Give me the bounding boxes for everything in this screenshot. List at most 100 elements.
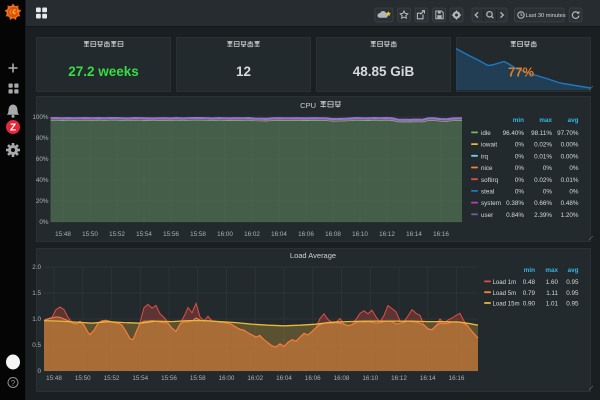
svg-text:2.0: 2.0 xyxy=(32,264,41,271)
svg-text:1.5: 1.5 xyxy=(32,290,41,297)
svg-text:0.00%: 0.00% xyxy=(561,153,579,160)
svg-text:0%: 0% xyxy=(543,189,553,196)
svg-text:0.02%: 0.02% xyxy=(534,177,552,184)
svg-text:0.95: 0.95 xyxy=(566,301,579,308)
svg-text:0%: 0% xyxy=(569,165,579,172)
svg-text:0%: 0% xyxy=(39,219,49,226)
svg-text:system: system xyxy=(481,200,501,207)
svg-text:min: min xyxy=(524,267,535,274)
svg-text:16:16: 16:16 xyxy=(433,231,449,238)
svg-text:0: 0 xyxy=(37,368,41,375)
svg-text:15:58: 15:58 xyxy=(190,375,206,382)
svg-text:16:14: 16:14 xyxy=(406,231,422,238)
svg-text:40%: 40% xyxy=(36,177,49,184)
svg-text:98.11%: 98.11% xyxy=(531,130,552,137)
svg-text:0.5: 0.5 xyxy=(32,342,41,349)
svg-text:Z: Z xyxy=(10,123,16,134)
svg-text:16:02: 16:02 xyxy=(244,231,260,238)
svg-text:1.01: 1.01 xyxy=(546,301,559,308)
svg-text:16:10: 16:10 xyxy=(362,375,378,382)
svg-text:CPU: CPU xyxy=(300,101,316,110)
svg-text:0.66%: 0.66% xyxy=(534,200,552,207)
svg-text:27.2 weeks: 27.2 weeks xyxy=(68,64,139,79)
svg-text:15:50: 15:50 xyxy=(75,375,91,382)
svg-text:softirq: softirq xyxy=(481,177,499,184)
svg-text:15:52: 15:52 xyxy=(109,231,125,238)
svg-text:0.38%: 0.38% xyxy=(506,200,524,207)
svg-text:20%: 20% xyxy=(36,198,49,205)
svg-text:0.02%: 0.02% xyxy=(534,142,552,149)
svg-text:16:06: 16:06 xyxy=(305,375,321,382)
svg-text:12: 12 xyxy=(236,64,251,79)
svg-text:16:08: 16:08 xyxy=(325,231,341,238)
svg-text:0.95: 0.95 xyxy=(566,290,579,297)
svg-text:96.40%: 96.40% xyxy=(503,130,525,137)
svg-text:16:16: 16:16 xyxy=(449,375,465,382)
svg-text:avg: avg xyxy=(568,267,579,274)
svg-text:16:00: 16:00 xyxy=(219,375,235,382)
svg-text:iowait: iowait xyxy=(481,142,497,149)
svg-text:0%: 0% xyxy=(569,189,579,196)
svg-text:16:04: 16:04 xyxy=(271,231,287,238)
svg-text:irq: irq xyxy=(481,153,488,160)
svg-text:16:06: 16:06 xyxy=(298,231,314,238)
svg-text:100%: 100% xyxy=(32,114,49,121)
svg-text:?: ? xyxy=(11,379,16,388)
svg-text:0.48: 0.48 xyxy=(523,279,536,286)
svg-text:48.85 GiB: 48.85 GiB xyxy=(353,64,415,79)
svg-text:Last 30 minutes: Last 30 minutes xyxy=(526,13,566,19)
svg-text:Load 15m: Load 15m xyxy=(493,301,520,308)
svg-text:16:12: 16:12 xyxy=(391,375,407,382)
svg-text:15:54: 15:54 xyxy=(136,231,152,238)
svg-text:idle: idle xyxy=(481,130,491,137)
svg-text:max: max xyxy=(539,117,552,124)
svg-text:16:14: 16:14 xyxy=(420,375,436,382)
svg-text:Load Average: Load Average xyxy=(290,251,336,260)
svg-text:16:04: 16:04 xyxy=(276,375,292,382)
svg-text:0.90: 0.90 xyxy=(523,301,536,308)
svg-text:steal: steal xyxy=(481,189,494,196)
svg-text:15:56: 15:56 xyxy=(161,375,177,382)
svg-text:0.48%: 0.48% xyxy=(561,200,579,207)
svg-text:15:48: 15:48 xyxy=(46,375,62,382)
svg-text:0.01%: 0.01% xyxy=(534,153,552,160)
svg-text:15:54: 15:54 xyxy=(132,375,148,382)
svg-text:15:52: 15:52 xyxy=(104,375,120,382)
svg-text:2.39%: 2.39% xyxy=(534,212,552,219)
svg-text:0%: 0% xyxy=(515,189,525,196)
svg-text:60%: 60% xyxy=(36,156,49,163)
svg-text:user: user xyxy=(481,212,493,219)
svg-text:97.70%: 97.70% xyxy=(557,130,579,137)
svg-text:Load 1m: Load 1m xyxy=(493,279,517,286)
svg-text:0.00%: 0.00% xyxy=(561,142,579,149)
svg-text:0%: 0% xyxy=(515,153,525,160)
svg-text:nice: nice xyxy=(481,165,493,172)
svg-text:avg: avg xyxy=(568,117,579,124)
svg-text:0.79: 0.79 xyxy=(523,290,536,297)
svg-text:max: max xyxy=(545,267,558,274)
svg-text:0.84%: 0.84% xyxy=(506,212,524,219)
svg-text:16:12: 16:12 xyxy=(379,231,395,238)
svg-text:1.0: 1.0 xyxy=(32,316,41,323)
svg-text:80%: 80% xyxy=(36,135,49,142)
svg-text:15:58: 15:58 xyxy=(190,231,206,238)
svg-text:15:48: 15:48 xyxy=(55,231,71,238)
svg-text:16:10: 16:10 xyxy=(352,231,368,238)
svg-text:16:08: 16:08 xyxy=(334,375,350,382)
svg-text:15:50: 15:50 xyxy=(82,231,98,238)
svg-text:0%: 0% xyxy=(515,165,525,172)
svg-text:0.95: 0.95 xyxy=(566,279,579,286)
svg-text:min: min xyxy=(513,117,524,124)
svg-text:1.11: 1.11 xyxy=(546,290,558,297)
svg-text:15:56: 15:56 xyxy=(163,231,179,238)
svg-text:1.60: 1.60 xyxy=(546,279,559,286)
svg-text:0%: 0% xyxy=(543,165,553,172)
svg-text:1.20%: 1.20% xyxy=(561,212,579,219)
svg-text:0.01%: 0.01% xyxy=(561,177,579,184)
svg-text:16:00: 16:00 xyxy=(217,231,233,238)
svg-text:77%: 77% xyxy=(508,65,534,80)
svg-text:0%: 0% xyxy=(515,142,525,149)
svg-text:16:02: 16:02 xyxy=(247,375,263,382)
svg-text:Load 5m: Load 5m xyxy=(493,290,517,297)
svg-text:0%: 0% xyxy=(515,177,525,184)
